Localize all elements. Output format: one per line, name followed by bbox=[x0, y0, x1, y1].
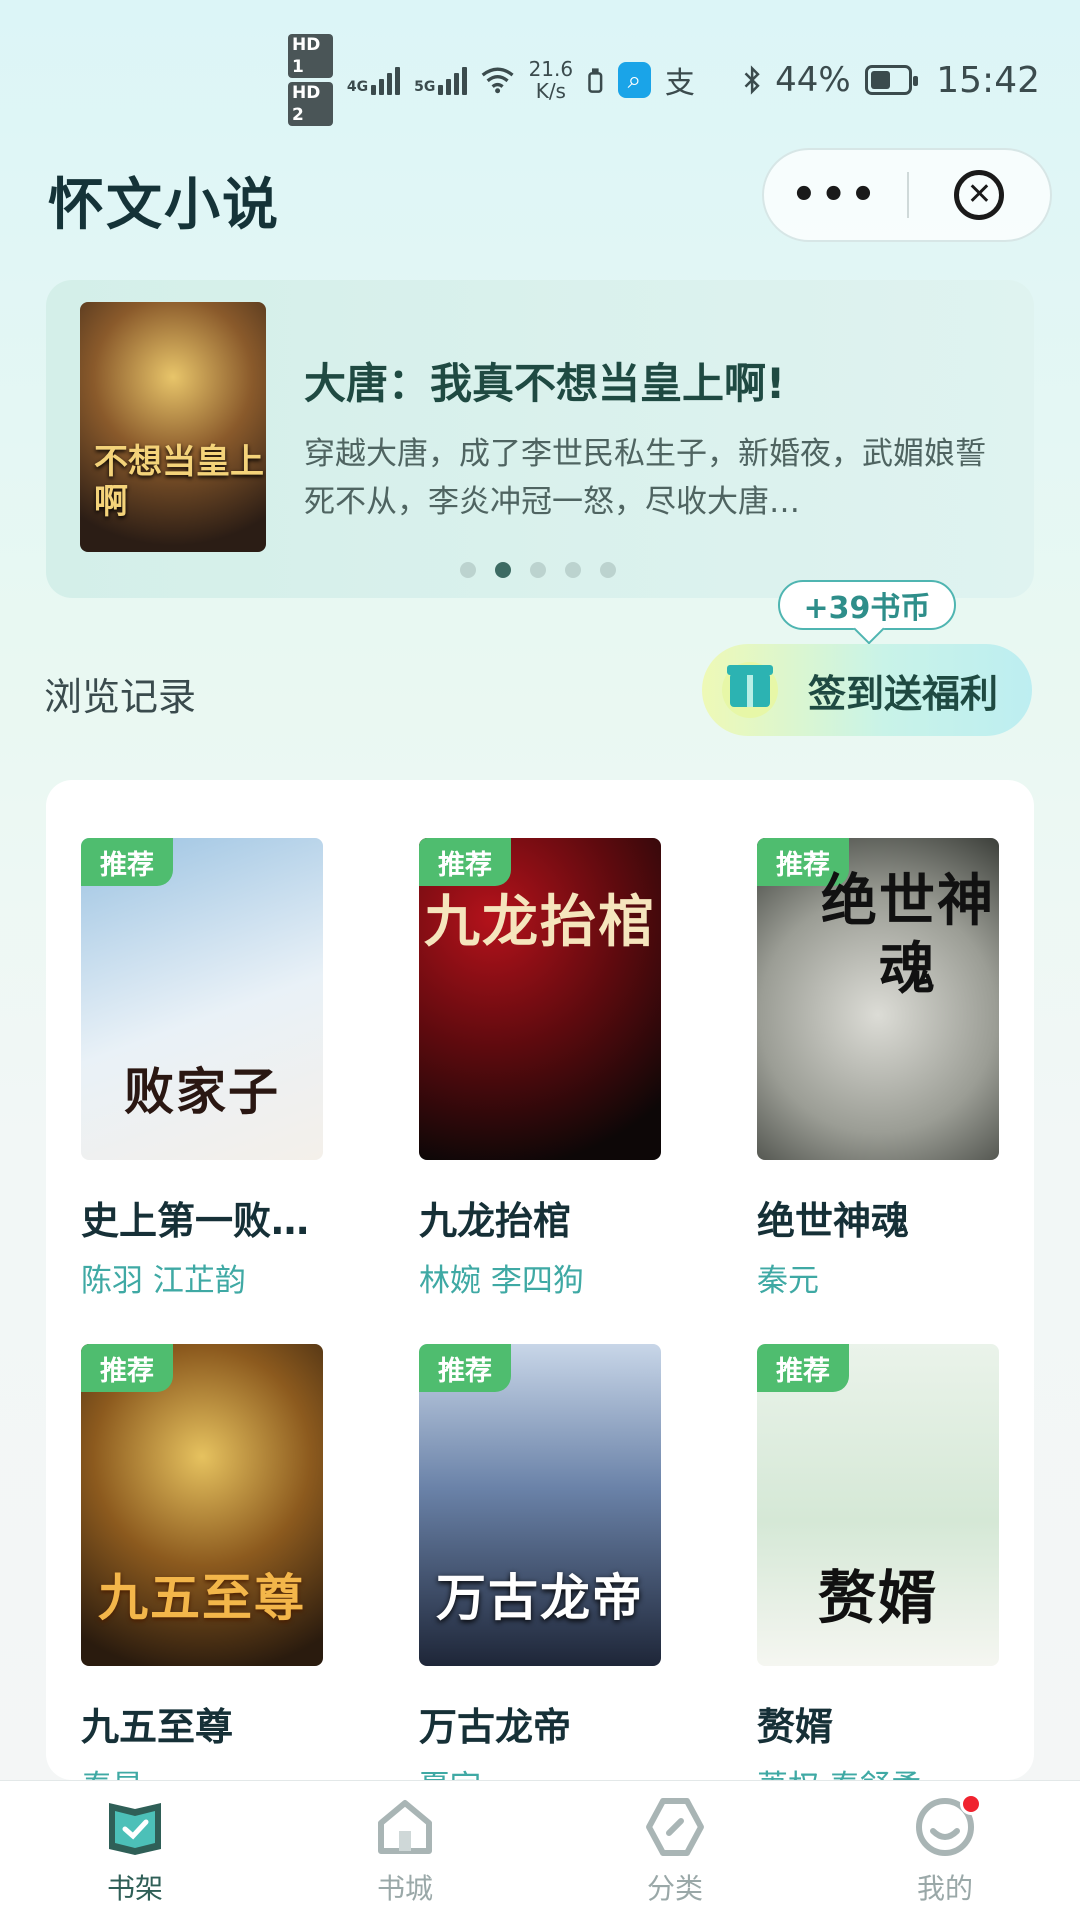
recommend-tag: 推荐 bbox=[757, 1344, 849, 1392]
book-author: 陈羽 江芷韵 bbox=[81, 1263, 246, 1299]
hd-indicator: HD 1 HD 2 bbox=[288, 34, 333, 126]
book-title[interactable]: 绝世神魂 bbox=[757, 1190, 999, 1245]
recommend-tag: 推荐 bbox=[81, 1344, 173, 1392]
featured-banner[interactable]: 不想当皇上啊 大唐：我真不想当皇上啊! 穿越大唐，成了李世民私生子，新婚夜，武媚… bbox=[46, 280, 1034, 598]
book-cover[interactable]: 推荐 赘婿 bbox=[757, 1344, 999, 1666]
coin-reward-tooltip: +39书币 bbox=[778, 580, 956, 630]
hd2-label: HD 2 bbox=[288, 82, 333, 126]
book-title[interactable]: 史上第一败… bbox=[81, 1190, 323, 1245]
alipay-icon: 支 bbox=[664, 66, 695, 101]
tab-bookstore[interactable]: 书城 bbox=[270, 1781, 540, 1920]
pagination-dot[interactable] bbox=[565, 562, 581, 578]
tab-label: 我的 bbox=[916, 1872, 973, 1905]
banner-book-cover[interactable]: 不想当皇上啊 bbox=[80, 302, 266, 552]
tab-bookshelf[interactable]: 书架 bbox=[0, 1781, 270, 1920]
battery-percentage: 44% bbox=[775, 60, 851, 100]
book-cover[interactable]: 推荐 万古龙帝 bbox=[419, 1344, 661, 1666]
network-speed: 21.6 K/s bbox=[529, 58, 574, 102]
close-button[interactable]: ✕ bbox=[909, 150, 1050, 240]
tab-label: 书城 bbox=[376, 1872, 433, 1905]
book-item[interactable]: 推荐 九龙抬棺 九龙抬棺 林婉 李四狗 bbox=[419, 838, 661, 1300]
book-title[interactable]: 赘婿 bbox=[757, 1696, 999, 1751]
book-cover[interactable]: 推荐 败家子 bbox=[81, 838, 323, 1160]
search-app-icon: ⌕ bbox=[617, 62, 651, 98]
signin-button[interactable]: 签到送福利 bbox=[702, 644, 1032, 736]
net2-label: 5G bbox=[414, 79, 436, 95]
clock: 15:42 bbox=[936, 59, 1040, 101]
battery-icon bbox=[864, 65, 918, 95]
signin-label: 签到送福利 bbox=[808, 671, 999, 716]
cover-text: 九龙抬棺 bbox=[424, 890, 656, 955]
net1-label: 4G bbox=[346, 79, 369, 95]
hd1-label: HD 1 bbox=[288, 34, 333, 78]
signal-5g-icon: 5G bbox=[414, 65, 468, 95]
signal-4g-icon: 4G bbox=[346, 65, 401, 95]
cover-text: 赘婿 bbox=[817, 1564, 938, 1632]
page-title: 怀文小说 bbox=[48, 173, 280, 238]
tab-label: 分类 bbox=[646, 1872, 703, 1905]
wifi-icon bbox=[482, 67, 514, 94]
more-button[interactable]: ••• bbox=[764, 150, 907, 240]
book-item[interactable]: 推荐 万古龙帝 万古龙帝 夏宇 bbox=[419, 1344, 661, 1806]
cover-text: 九五至尊 bbox=[98, 1569, 306, 1627]
bookshelf-icon bbox=[103, 1795, 167, 1859]
book-cover[interactable]: 推荐 绝世神魂 bbox=[757, 838, 999, 1160]
tab-category[interactable]: 分类 bbox=[540, 1781, 810, 1920]
book-cover[interactable]: 推荐 九龙抬棺 bbox=[419, 838, 661, 1160]
category-icon bbox=[643, 1795, 707, 1859]
browse-history-link[interactable]: 浏览记录 bbox=[44, 666, 196, 721]
tab-profile[interactable]: 我的 bbox=[810, 1781, 1080, 1920]
book-title[interactable]: 九五至尊 bbox=[81, 1696, 323, 1751]
recommend-tag: 推荐 bbox=[419, 838, 511, 886]
data-saver-icon bbox=[588, 68, 603, 93]
speed-unit: K/s bbox=[535, 79, 566, 103]
cover-text: 败家子 bbox=[124, 1063, 280, 1121]
home-icon bbox=[373, 1795, 437, 1859]
bottom-tab-bar: 书架 书城 分类 我的 bbox=[0, 1780, 1080, 1920]
bookshelf-panel: 推荐 败家子 史上第一败… 陈羽 江芷韵 推荐 九龙抬棺 九龙抬棺 林婉 李四狗… bbox=[46, 780, 1034, 1805]
book-item[interactable]: 推荐 败家子 史上第一败… 陈羽 江芷韵 bbox=[81, 838, 323, 1300]
cover-text: 绝世神魂 bbox=[821, 869, 995, 1002]
banner-cover-text: 不想当皇上啊 bbox=[94, 442, 264, 522]
book-author: 秦元 bbox=[757, 1263, 819, 1299]
tab-label: 书架 bbox=[106, 1872, 163, 1905]
book-cover[interactable]: 推荐 九五至尊 bbox=[81, 1344, 323, 1666]
notification-badge bbox=[960, 1793, 982, 1815]
close-icon: ✕ bbox=[954, 170, 1005, 220]
mini-program-capsule: ••• ✕ bbox=[762, 148, 1052, 242]
book-item[interactable]: 推荐 赘婿 赘婿 萧权 秦舒柔 bbox=[757, 1344, 999, 1806]
recommend-tag: 推荐 bbox=[419, 1344, 511, 1392]
banner-title[interactable]: 大唐：我真不想当皇上啊! bbox=[304, 350, 785, 411]
recommend-tag: 推荐 bbox=[81, 838, 173, 886]
book-title[interactable]: 万古龙帝 bbox=[419, 1696, 661, 1751]
speed-value: 21.6 bbox=[528, 57, 574, 81]
bluetooth-icon bbox=[744, 65, 760, 95]
book-title[interactable]: 九龙抬棺 bbox=[419, 1190, 661, 1245]
gift-icon bbox=[722, 662, 778, 718]
pagination-dot[interactable] bbox=[530, 562, 546, 578]
book-author: 林婉 李四狗 bbox=[419, 1263, 584, 1299]
cover-text: 万古龙帝 bbox=[436, 1569, 644, 1627]
banner-description: 穿越大唐，成了李世民私生子，新婚夜，武媚娘誓死不从，李炎冲冠一怒，尽收大唐… bbox=[304, 436, 986, 520]
battery-fill bbox=[870, 71, 890, 89]
book-item[interactable]: 推荐 九五至尊 九五至尊 秦昊 bbox=[81, 1344, 323, 1806]
pagination-dot[interactable] bbox=[460, 562, 476, 578]
book-item[interactable]: 推荐 绝世神魂 绝世神魂 秦元 bbox=[757, 838, 999, 1300]
status-bar: HD 1 HD 2 4G 5G 21.6 K/s ⌕ 支 44% 15:42 bbox=[288, 34, 1040, 126]
pagination-dot[interactable] bbox=[600, 562, 616, 578]
banner-pagination bbox=[460, 562, 616, 578]
pagination-dot[interactable] bbox=[495, 562, 511, 578]
